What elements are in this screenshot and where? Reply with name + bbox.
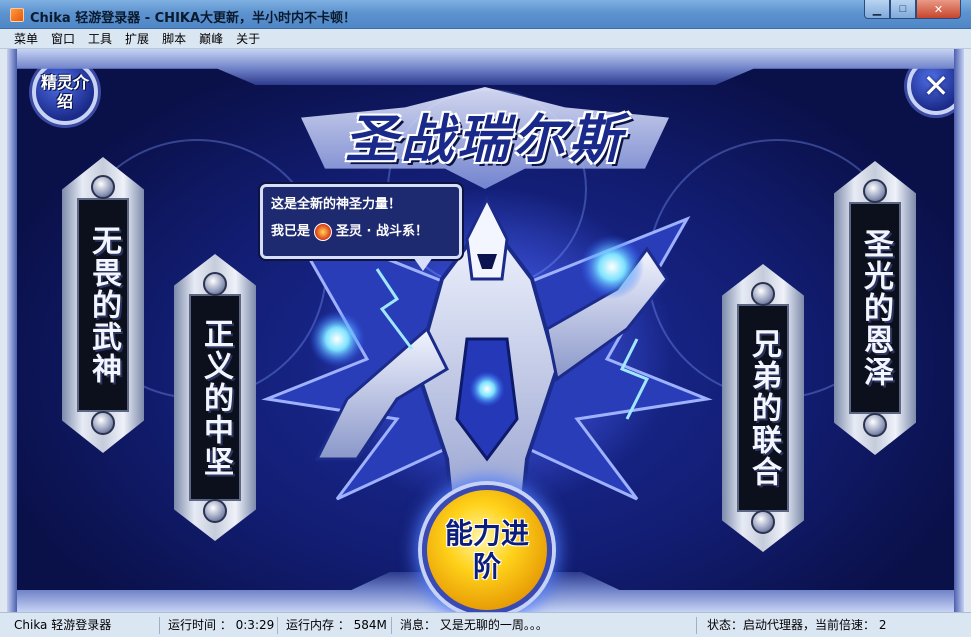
spirit-intro-button[interactable]: 精灵介绍 <box>32 59 98 125</box>
maximize-button[interactable]: □ <box>890 0 916 19</box>
menu-item-peak[interactable]: 巅峰 <box>199 30 223 47</box>
banner-gem-icon <box>863 179 887 203</box>
game-view[interactable]: 圣战瑞尔斯 精灵介绍 ✕ 这是全新的神圣力量！ 我已是 圣灵 · 战斗系！ 无畏… <box>7 49 964 612</box>
banner-holy-light-grace[interactable]: 圣光的恩泽 <box>834 161 916 455</box>
menu-item-about[interactable]: 关于 <box>236 30 260 47</box>
window-controls: ▁ □ ✕ <box>864 0 961 19</box>
menu-item-window[interactable]: 窗口 <box>51 30 75 47</box>
banner-righteous-core[interactable]: 正义的中坚 <box>174 254 256 541</box>
logo-text: 圣战瑞尔斯 <box>344 109 625 170</box>
banner-gem-icon <box>751 510 775 534</box>
banner-gem-icon <box>863 413 887 437</box>
minimize-button[interactable]: ▁ <box>864 0 890 19</box>
spirit-intro-label: 精灵介绍 <box>40 73 89 111</box>
frame-top <box>7 49 964 85</box>
status-message: 消息： 又是无聊的一周。。。 <box>392 616 697 634</box>
game-logo: 圣战瑞尔斯 <box>285 79 685 189</box>
banner-gem-icon <box>751 282 775 306</box>
menu-item-scripts[interactable]: 脚本 <box>162 30 186 47</box>
speech-bubble: 这是全新的神圣力量！ 我已是 圣灵 · 战斗系！ <box>260 184 462 271</box>
bubble-line-2: 我已是 圣灵 · 战斗系！ <box>271 221 451 243</box>
frame-right <box>954 49 964 612</box>
banner-fearless-war-god[interactable]: 无畏的武神 <box>62 157 144 453</box>
banner-panel: 无畏的武神 <box>77 198 129 412</box>
banner-label: 圣光的恩泽 <box>858 227 893 388</box>
banner-label: 正义的中坚 <box>198 317 233 478</box>
ability-advance-button[interactable]: 能力进阶 <box>422 485 552 612</box>
menu-bar: 菜单 窗口 工具 扩展 脚本 巅峰 关于 <box>0 29 971 49</box>
status-state: 状态：启动代理器，当前倍速： 2 <box>707 617 887 632</box>
frame-left <box>7 49 17 612</box>
banner-brotherhood-union[interactable]: 兄弟的联合 <box>722 264 804 552</box>
menu-item-extensions[interactable]: 扩展 <box>125 30 149 47</box>
title-bar[interactable]: Chika 轻游登录器 - CHIKA大更新，半小时内不卡顿！ ▁ □ ✕ <box>0 0 971 29</box>
menu-item-tools[interactable]: 工具 <box>88 30 112 47</box>
close-icon: ✕ <box>922 68 950 104</box>
app-icon <box>10 8 24 22</box>
status-app-name: Chika 轻游登录器 <box>0 616 160 634</box>
bubble-line-1: 这是全新的神圣力量！ <box>271 197 402 212</box>
banner-panel: 正义的中坚 <box>189 294 241 501</box>
banner-panel: 兄弟的联合 <box>737 304 789 512</box>
holy-element-icon <box>314 223 333 241</box>
status-runtime: 运行时间 ： 0:3:29 <box>160 616 278 634</box>
close-button[interactable]: ✕ <box>916 0 961 19</box>
status-bar: Chika 轻游登录器 运行时间 ： 0:3:29 运行内存 ： 584M 消息… <box>0 612 971 637</box>
banner-gem-icon <box>91 175 115 199</box>
banner-gem-icon <box>203 272 227 296</box>
bubble-line-2-suffix: 圣灵 · 战斗系！ <box>336 224 429 239</box>
banner-label: 无畏的武神 <box>86 224 121 385</box>
banner-panel: 圣光的恩泽 <box>849 202 901 414</box>
banner-gem-icon <box>91 411 115 435</box>
banner-label: 兄弟的联合 <box>746 327 781 488</box>
banner-gem-icon <box>203 499 227 523</box>
bubble-line-2-prefix: 我已是 <box>271 224 311 239</box>
ability-advance-label: 能力进阶 <box>444 517 529 583</box>
status-memory: 运行内存 ： 584M <box>278 616 392 634</box>
window-title: Chika 轻游登录器 - CHIKA大更新，半小时内不卡顿！ <box>30 11 357 26</box>
menu-item-menu[interactable]: 菜单 <box>14 30 38 47</box>
bubble-tail <box>413 257 433 271</box>
